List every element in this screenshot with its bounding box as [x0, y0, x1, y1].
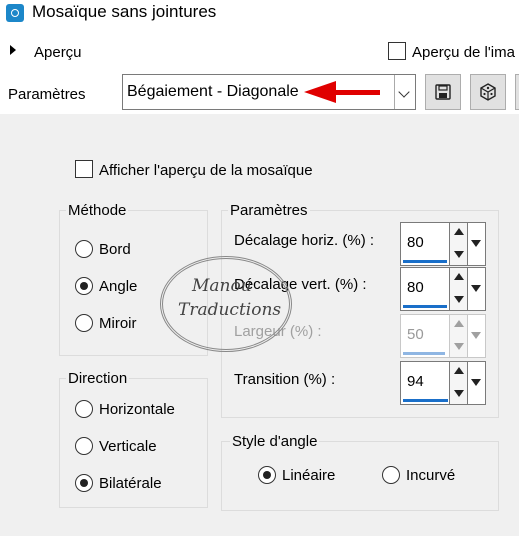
watermark-line1: Manou: [192, 276, 252, 296]
camera-icon: [6, 4, 24, 22]
annotation-arrow-icon: [304, 81, 336, 103]
chevron-down-icon[interactable]: [394, 75, 415, 109]
more-button[interactable]: [515, 74, 519, 110]
transition-label: Transition (%) :: [234, 371, 336, 388]
width-field: 50: [400, 314, 450, 358]
preview-in-image-checkbox[interactable]: [388, 42, 406, 60]
horiz-offset-label: Décalage horiz. (%) :: [234, 232, 375, 249]
transition-spinner[interactable]: 94: [400, 361, 488, 405]
vert-offset-stepper[interactable]: [450, 267, 468, 311]
horiz-offset-level-bar: [403, 260, 447, 263]
show-tile-preview-label: Afficher l'aperçu de la mosaïque: [99, 162, 313, 179]
triangle-down-icon[interactable]: [454, 390, 464, 397]
transition-level-bar: [403, 399, 448, 402]
parameters-group-title: Paramètres: [228, 202, 310, 219]
window-title: Mosaïque sans jointures: [32, 2, 217, 21]
title-bar: Mosaïque sans jointures: [0, 0, 519, 30]
triangle-up-icon: [454, 320, 464, 327]
preview-expander-label[interactable]: Aperçu: [34, 44, 82, 61]
corner-lineaire-radio[interactable]: [258, 466, 276, 484]
triangle-up-icon[interactable]: [454, 228, 464, 235]
dice-icon: [480, 83, 496, 101]
vert-offset-field[interactable]: 80: [400, 267, 450, 311]
vert-offset-level-bar: [403, 305, 447, 308]
triangle-down-icon[interactable]: [454, 251, 464, 258]
preview-in-image-label: Aperçu de l'ima: [412, 44, 515, 61]
randomize-button[interactable]: [470, 74, 506, 110]
width-spinner: 50: [400, 314, 488, 358]
direction-horizontale-label: Horizontale: [99, 401, 175, 418]
triangle-up-icon[interactable]: [454, 273, 464, 280]
save-preset-button[interactable]: [425, 74, 461, 110]
direction-horizontale-radio[interactable]: [75, 400, 93, 418]
width-stepper: [450, 314, 468, 358]
presets-selected-value: Bégaiement - Diagonale: [127, 83, 299, 100]
show-tile-preview-checkbox[interactable]: [75, 160, 93, 178]
presets-label: Paramètres: [8, 86, 86, 103]
direction-group-title: Direction: [66, 370, 130, 387]
watermark-line2: Traductions: [178, 300, 282, 320]
horiz-offset-stepper[interactable]: [450, 222, 468, 266]
expand-triangle-icon[interactable]: [10, 45, 16, 55]
triangle-up-icon[interactable]: [454, 367, 464, 374]
method-bord-label: Bord: [99, 241, 131, 258]
vert-offset-spinner[interactable]: 80: [400, 267, 488, 311]
horiz-offset-dropdown[interactable]: [468, 222, 486, 266]
floppy-disk-icon: [435, 84, 451, 100]
triangle-down-icon: [454, 343, 464, 350]
transition-dropdown[interactable]: [468, 361, 486, 405]
method-miroir-radio[interactable]: [75, 314, 93, 332]
direction-verticale-radio[interactable]: [75, 437, 93, 455]
vert-offset-value: 80: [407, 279, 424, 296]
corner-style-group-title: Style d'angle: [230, 433, 320, 450]
method-angle-radio[interactable]: [75, 277, 93, 295]
horiz-offset-spinner[interactable]: 80: [400, 222, 488, 266]
width-value: 50: [407, 326, 424, 343]
transition-stepper[interactable]: [450, 361, 468, 405]
corner-incurve-label: Incurvé: [406, 467, 456, 484]
direction-verticale-label: Verticale: [99, 438, 157, 455]
direction-bilaterale-label: Bilatérale: [99, 475, 162, 492]
method-bord-radio[interactable]: [75, 240, 93, 258]
method-angle-label: Angle: [99, 278, 138, 295]
direction-bilaterale-radio[interactable]: [75, 474, 93, 492]
annotation-arrow-shaft: [334, 90, 380, 95]
corner-incurve-radio[interactable]: [382, 466, 400, 484]
method-group-title: Méthode: [66, 202, 129, 219]
corner-lineaire-label: Linéaire: [282, 467, 336, 484]
vert-offset-dropdown[interactable]: [468, 267, 486, 311]
horiz-offset-value: 80: [407, 234, 424, 251]
horiz-offset-field[interactable]: 80: [400, 222, 450, 266]
width-level-bar: [403, 352, 445, 355]
triangle-down-icon[interactable]: [454, 296, 464, 303]
method-miroir-label: Miroir: [99, 315, 137, 332]
transition-field[interactable]: 94: [400, 361, 450, 405]
width-dropdown: [468, 314, 486, 358]
transition-value: 94: [407, 373, 424, 390]
